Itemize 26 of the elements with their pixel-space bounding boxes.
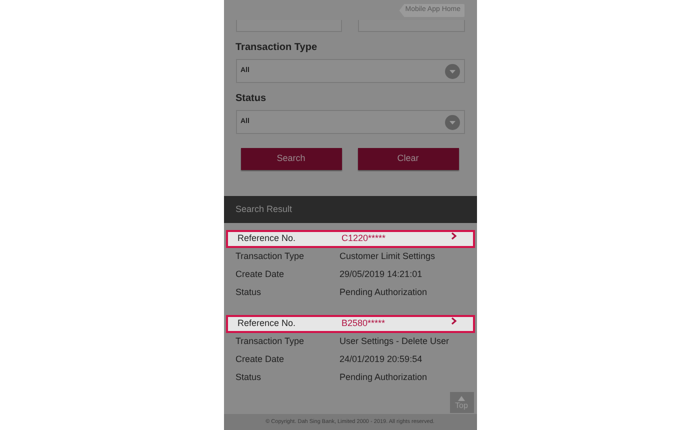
field-value: Pending Authorization <box>340 286 428 298</box>
field-value: User Settings - Delete User <box>340 335 450 347</box>
result-link-row[interactable]: Reference No. C1220***** <box>226 230 474 248</box>
field-label: Reference No. <box>238 232 297 245</box>
results-header: Search Result <box>224 196 476 223</box>
chevron-right-icon <box>450 317 456 325</box>
field-label: Status <box>236 286 262 299</box>
field-label: Status <box>236 371 262 384</box>
field-value: B2580***** <box>342 317 386 329</box>
up-triangle-icon <box>458 396 465 400</box>
field-label: Reference No. <box>238 317 297 330</box>
result-link-row[interactable]: Reference No. B2580***** <box>226 315 474 333</box>
field-label: Transaction Type <box>236 250 306 263</box>
field-label: Transaction Type <box>236 335 306 348</box>
action-button[interactable]: Clear <box>358 148 458 170</box>
action-button[interactable]: Search <box>240 148 342 170</box>
filter-label: Status <box>236 92 268 106</box>
filter-label: Transaction Type <box>236 41 318 55</box>
field-label: Create Date <box>236 353 286 366</box>
field-label: Create Date <box>236 268 286 281</box>
field-value: Pending Authorization <box>340 371 428 383</box>
field-value: 29/05/2019 14:21:01 <box>340 268 424 280</box>
chevron-right-icon <box>450 232 456 240</box>
field-value: Customer Limit Settings <box>340 250 436 262</box>
field-value: C1220***** <box>342 232 387 244</box>
field-value: 24/01/2019 20:59:54 <box>340 353 424 365</box>
